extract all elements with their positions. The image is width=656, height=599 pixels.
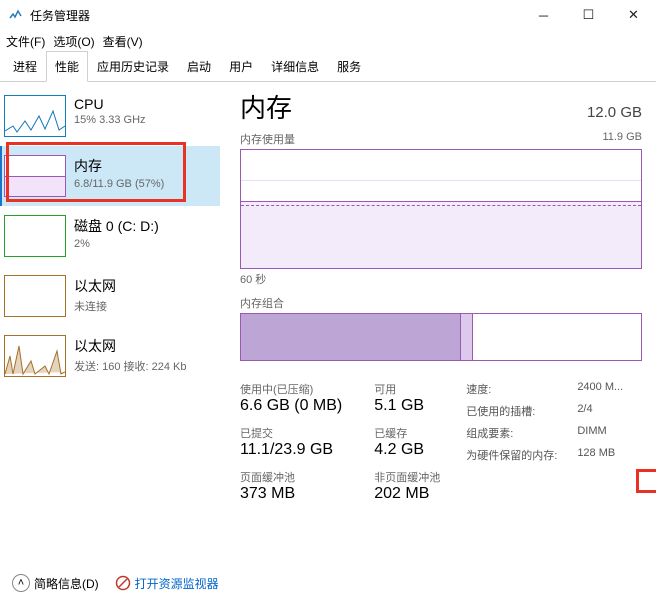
sidebar: CPU 15% 3.33 GHz 内存 6.8/11.9 GB (57%) 磁盘… <box>0 82 220 567</box>
window-controls: ─ ☐ ✕ <box>521 0 656 30</box>
sidebar-sub: 2% <box>74 238 159 250</box>
content-panel: 内存 12.0 GB 内存使用量 11.9 GB 60 秒 内存组合 使用中(已… <box>220 82 656 567</box>
menu-file[interactable]: 文件(F) <box>6 33 45 50</box>
main-area: CPU 15% 3.33 GHz 内存 6.8/11.9 GB (57%) 磁盘… <box>0 82 656 567</box>
disk-thumb <box>4 215 66 257</box>
title-bar: 任务管理器 ─ ☐ ✕ <box>0 0 656 30</box>
menu-view[interactable]: 查看(V) <box>103 33 143 50</box>
window-title: 任务管理器 <box>30 7 521 24</box>
speed-value: 2400 M... <box>577 381 623 397</box>
form-label: 组成要素: <box>466 425 557 441</box>
avail-value: 5.1 GB <box>374 397 440 415</box>
avail-label: 可用 <box>374 381 440 397</box>
fewer-details-label: 简略信息(D) <box>34 575 99 592</box>
reserved-value: 128 MB <box>577 447 623 463</box>
tab-users[interactable]: 用户 <box>220 51 262 81</box>
memory-usage-chart <box>240 149 642 269</box>
usage-chart-max: 11.9 GB <box>602 131 642 147</box>
paged-label: 页面缓冲池 <box>240 469 342 485</box>
sidebar-label: 磁盘 0 (C: D:) <box>74 216 159 236</box>
total-memory: 12.0 GB <box>587 104 642 121</box>
minimize-button[interactable]: ─ <box>521 0 566 30</box>
sidebar-item-ethernet-2[interactable]: 以太网 发送: 160 接收: 224 Kb <box>0 326 220 386</box>
cached-value: 4.2 GB <box>374 441 440 459</box>
fewer-details-button[interactable]: ˄ 简略信息(D) <box>12 574 99 592</box>
time-axis-label: 60 秒 <box>240 271 642 287</box>
sidebar-sub: 15% 3.33 GHz <box>74 114 146 126</box>
tab-details[interactable]: 详细信息 <box>262 51 328 81</box>
sidebar-item-memory[interactable]: 内存 6.8/11.9 GB (57%) <box>0 146 220 206</box>
nonpaged-value: 202 MB <box>374 485 440 503</box>
resmon-label: 打开资源监视器 <box>135 575 219 592</box>
sidebar-label: 以太网 <box>74 336 187 356</box>
tab-processes[interactable]: 进程 <box>4 51 46 81</box>
resmon-icon <box>115 575 131 591</box>
sidebar-sub: 发送: 160 接收: 224 Kb <box>74 358 187 374</box>
sidebar-sub: 6.8/11.9 GB (57%) <box>74 178 164 190</box>
chevron-up-icon: ˄ <box>12 574 30 592</box>
stats-right: 速度: 2400 M... 已使用的插槽: 2/4 组成要素: DIMM 为硬件… <box>466 381 623 511</box>
footer: ˄ 简略信息(D) 打开资源监视器 <box>0 567 656 599</box>
usage-chart-label: 内存使用量 <box>240 131 295 147</box>
app-icon <box>8 7 24 23</box>
speed-label: 速度: <box>466 381 557 397</box>
sidebar-item-disk[interactable]: 磁盘 0 (C: D:) 2% <box>0 206 220 266</box>
sidebar-label: 以太网 <box>74 276 116 296</box>
page-title: 内存 <box>240 88 292 125</box>
reserved-label: 为硬件保留的内存: <box>466 447 557 463</box>
sidebar-label: CPU <box>74 96 146 112</box>
tab-app-history[interactable]: 应用历史记录 <box>88 51 178 81</box>
in-use-value: 6.6 GB (0 MB) <box>240 397 342 415</box>
cpu-thumb <box>4 95 66 137</box>
maximize-button[interactable]: ☐ <box>566 0 611 30</box>
ethernet-thumb <box>4 335 66 377</box>
open-resmon-link[interactable]: 打开资源监视器 <box>115 575 219 592</box>
form-value: DIMM <box>577 425 623 441</box>
stats-area: 使用中(已压缩) 6.6 GB (0 MB) 可用 5.1 GB 已提交 11.… <box>240 381 642 511</box>
paged-value: 373 MB <box>240 485 342 503</box>
ethernet-thumb <box>4 275 66 317</box>
tab-services[interactable]: 服务 <box>328 51 370 81</box>
slots-label: 已使用的插槽: <box>466 403 557 419</box>
cached-label: 已缓存 <box>374 425 440 441</box>
tab-performance[interactable]: 性能 <box>46 51 88 82</box>
sidebar-item-cpu[interactable]: CPU 15% 3.33 GHz <box>0 86 220 146</box>
committed-value: 11.1/23.9 GB <box>240 441 342 459</box>
sidebar-item-ethernet-1[interactable]: 以太网 未连接 <box>0 266 220 326</box>
in-use-label: 使用中(已压缩) <box>240 381 342 397</box>
memory-thumb <box>4 155 66 197</box>
close-button[interactable]: ✕ <box>611 0 656 30</box>
slots-value: 2/4 <box>577 403 623 419</box>
memory-composition-chart <box>240 313 642 361</box>
committed-label: 已提交 <box>240 425 342 441</box>
sidebar-label: 内存 <box>74 156 164 176</box>
stats-left: 使用中(已压缩) 6.6 GB (0 MB) 可用 5.1 GB 已提交 11.… <box>240 381 440 511</box>
composition-label: 内存组合 <box>240 295 642 311</box>
tab-startup[interactable]: 启动 <box>178 51 220 81</box>
tab-strip: 进程 性能 应用历史记录 启动 用户 详细信息 服务 <box>0 52 656 82</box>
menu-bar: 文件(F) 选项(O) 查看(V) <box>0 30 656 52</box>
nonpaged-label: 非页面缓冲池 <box>374 469 440 485</box>
sidebar-sub: 未连接 <box>74 298 116 314</box>
menu-options[interactable]: 选项(O) <box>53 33 94 50</box>
